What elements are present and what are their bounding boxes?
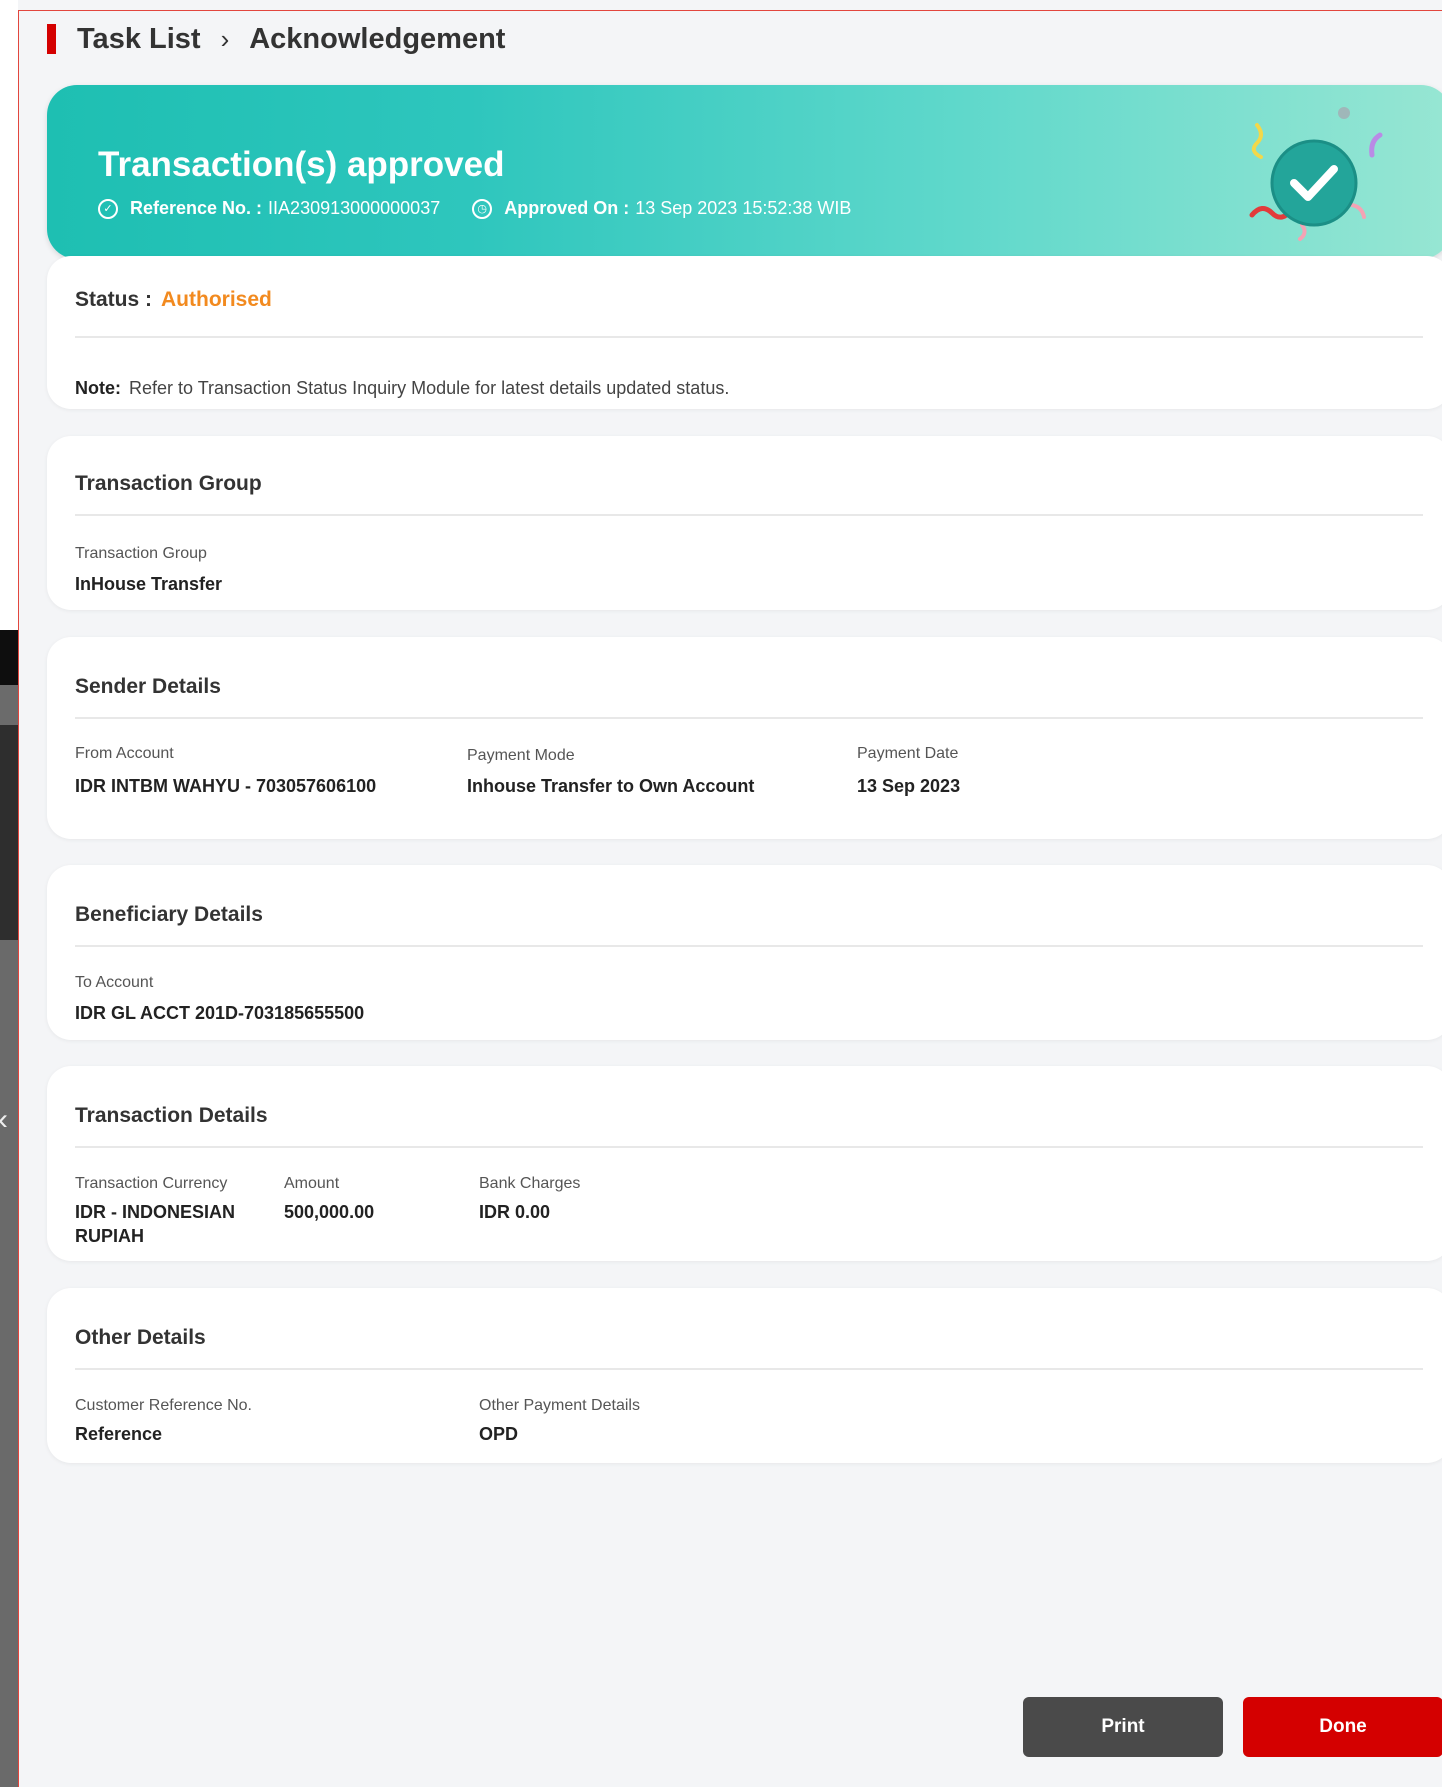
field-value: InHouse Transfer (75, 574, 223, 594)
beneficiary-details-card: Beneficiary Details To Account IDR GL AC… (47, 865, 1442, 1040)
status-note: Note: Refer to Transaction Status Inquiry… (75, 378, 729, 399)
clock-icon: ◷ (472, 198, 493, 219)
note-text: Refer to Transaction Status Inquiry Modu… (129, 378, 730, 398)
breadcrumb-current: Acknowledgement (249, 22, 506, 55)
check-circle-icon: ✓ (98, 198, 118, 219)
transaction-details-card: Transaction Details Transaction Currency… (47, 1066, 1442, 1261)
amount-label: Amount (284, 1175, 340, 1192)
background-app-strip: ‹ (0, 0, 18, 1787)
section-title: Transaction Details (75, 1104, 268, 1127)
from-account-label: From Account (75, 745, 174, 762)
customer-ref-value: Reference (75, 1424, 163, 1444)
banner-title: Transaction(s) approved (98, 145, 505, 184)
customer-ref-label: Customer Reference No. (75, 1397, 252, 1414)
bank-charges-value: IDR 0.00 (479, 1202, 551, 1222)
section-title: Beneficiary Details (75, 903, 263, 926)
reference-label: Reference No. : (130, 198, 263, 218)
other-payment-value: OPD (479, 1424, 519, 1444)
divider (75, 1368, 1423, 1370)
reference-value: IIA230913000000037 (268, 198, 441, 218)
currency-label: Transaction Currency (75, 1175, 228, 1192)
note-label: Note: (75, 378, 121, 398)
print-button[interactable]: Print (1023, 1697, 1223, 1757)
done-button[interactable]: Done (1243, 1697, 1442, 1757)
bank-charges-label: Bank Charges (479, 1175, 581, 1192)
approved-value: 13 Sep 2023 15:52:38 WIB (635, 198, 852, 218)
field-label: Transaction Group (75, 545, 207, 562)
section-title: Other Details (75, 1326, 206, 1349)
payment-date-label: Payment Date (857, 745, 959, 762)
status-label: Status : (75, 288, 153, 311)
section-title: Transaction Group (75, 472, 262, 495)
sender-details-card: Sender Details From Account IDR INTBM WA… (47, 637, 1442, 839)
amount-value: 500,000.00 (284, 1202, 375, 1222)
currency-value: IDR - INDONESIAN RUPIAH (75, 1200, 235, 1248)
acknowledgement-panel: Task List › Acknowledgement Transaction(… (18, 10, 1442, 1787)
breadcrumb-task-list[interactable]: Task List (77, 23, 201, 56)
payment-mode-value: Inhouse Transfer to Own Account (467, 776, 755, 796)
success-check-illustration-icon (1249, 107, 1383, 241)
payment-mode-label: Payment Mode (467, 747, 575, 764)
success-banner: Transaction(s) approved ✓ Reference No. … (47, 85, 1442, 259)
divider (75, 1146, 1423, 1148)
status-badge: Authorised (161, 288, 272, 311)
to-account-value: IDR GL ACCT 201D-703185655500 (75, 1003, 365, 1023)
divider (75, 514, 1423, 516)
approved-info: ◷ Approved On : 13 Sep 2023 15:52:38 WIB (472, 198, 851, 219)
to-account-label: To Account (75, 974, 154, 991)
payment-date-value: 13 Sep 2023 (857, 776, 961, 796)
transaction-group-card: Transaction Group Transaction Group InHo… (47, 436, 1442, 610)
approved-label: Approved On : (504, 198, 630, 218)
from-account-value: IDR INTBM WAHYU - 703057606100 (75, 776, 377, 796)
breadcrumb-accent-bar (47, 24, 56, 54)
other-payment-label: Other Payment Details (479, 1397, 640, 1414)
chevron-left-icon[interactable]: ‹ (0, 1105, 8, 1135)
status-card: Status : Authorised Note: Refer to Transa… (47, 256, 1442, 409)
other-details-card: Other Details Customer Reference No. Ref… (47, 1288, 1442, 1463)
divider (75, 336, 1423, 338)
banner-meta: ✓ Reference No. : IIA230913000000037 ◷ A… (98, 198, 883, 219)
currency-value-line2: RUPIAH (75, 1226, 145, 1246)
divider (75, 717, 1423, 719)
reference-info: ✓ Reference No. : IIA230913000000037 (98, 198, 440, 219)
divider (75, 945, 1423, 947)
chevron-right-icon: › (220, 23, 230, 54)
breadcrumb: Task List › Acknowledgement (47, 23, 505, 55)
section-title: Sender Details (75, 675, 221, 698)
currency-value-line1: IDR - INDONESIAN (75, 1202, 236, 1222)
